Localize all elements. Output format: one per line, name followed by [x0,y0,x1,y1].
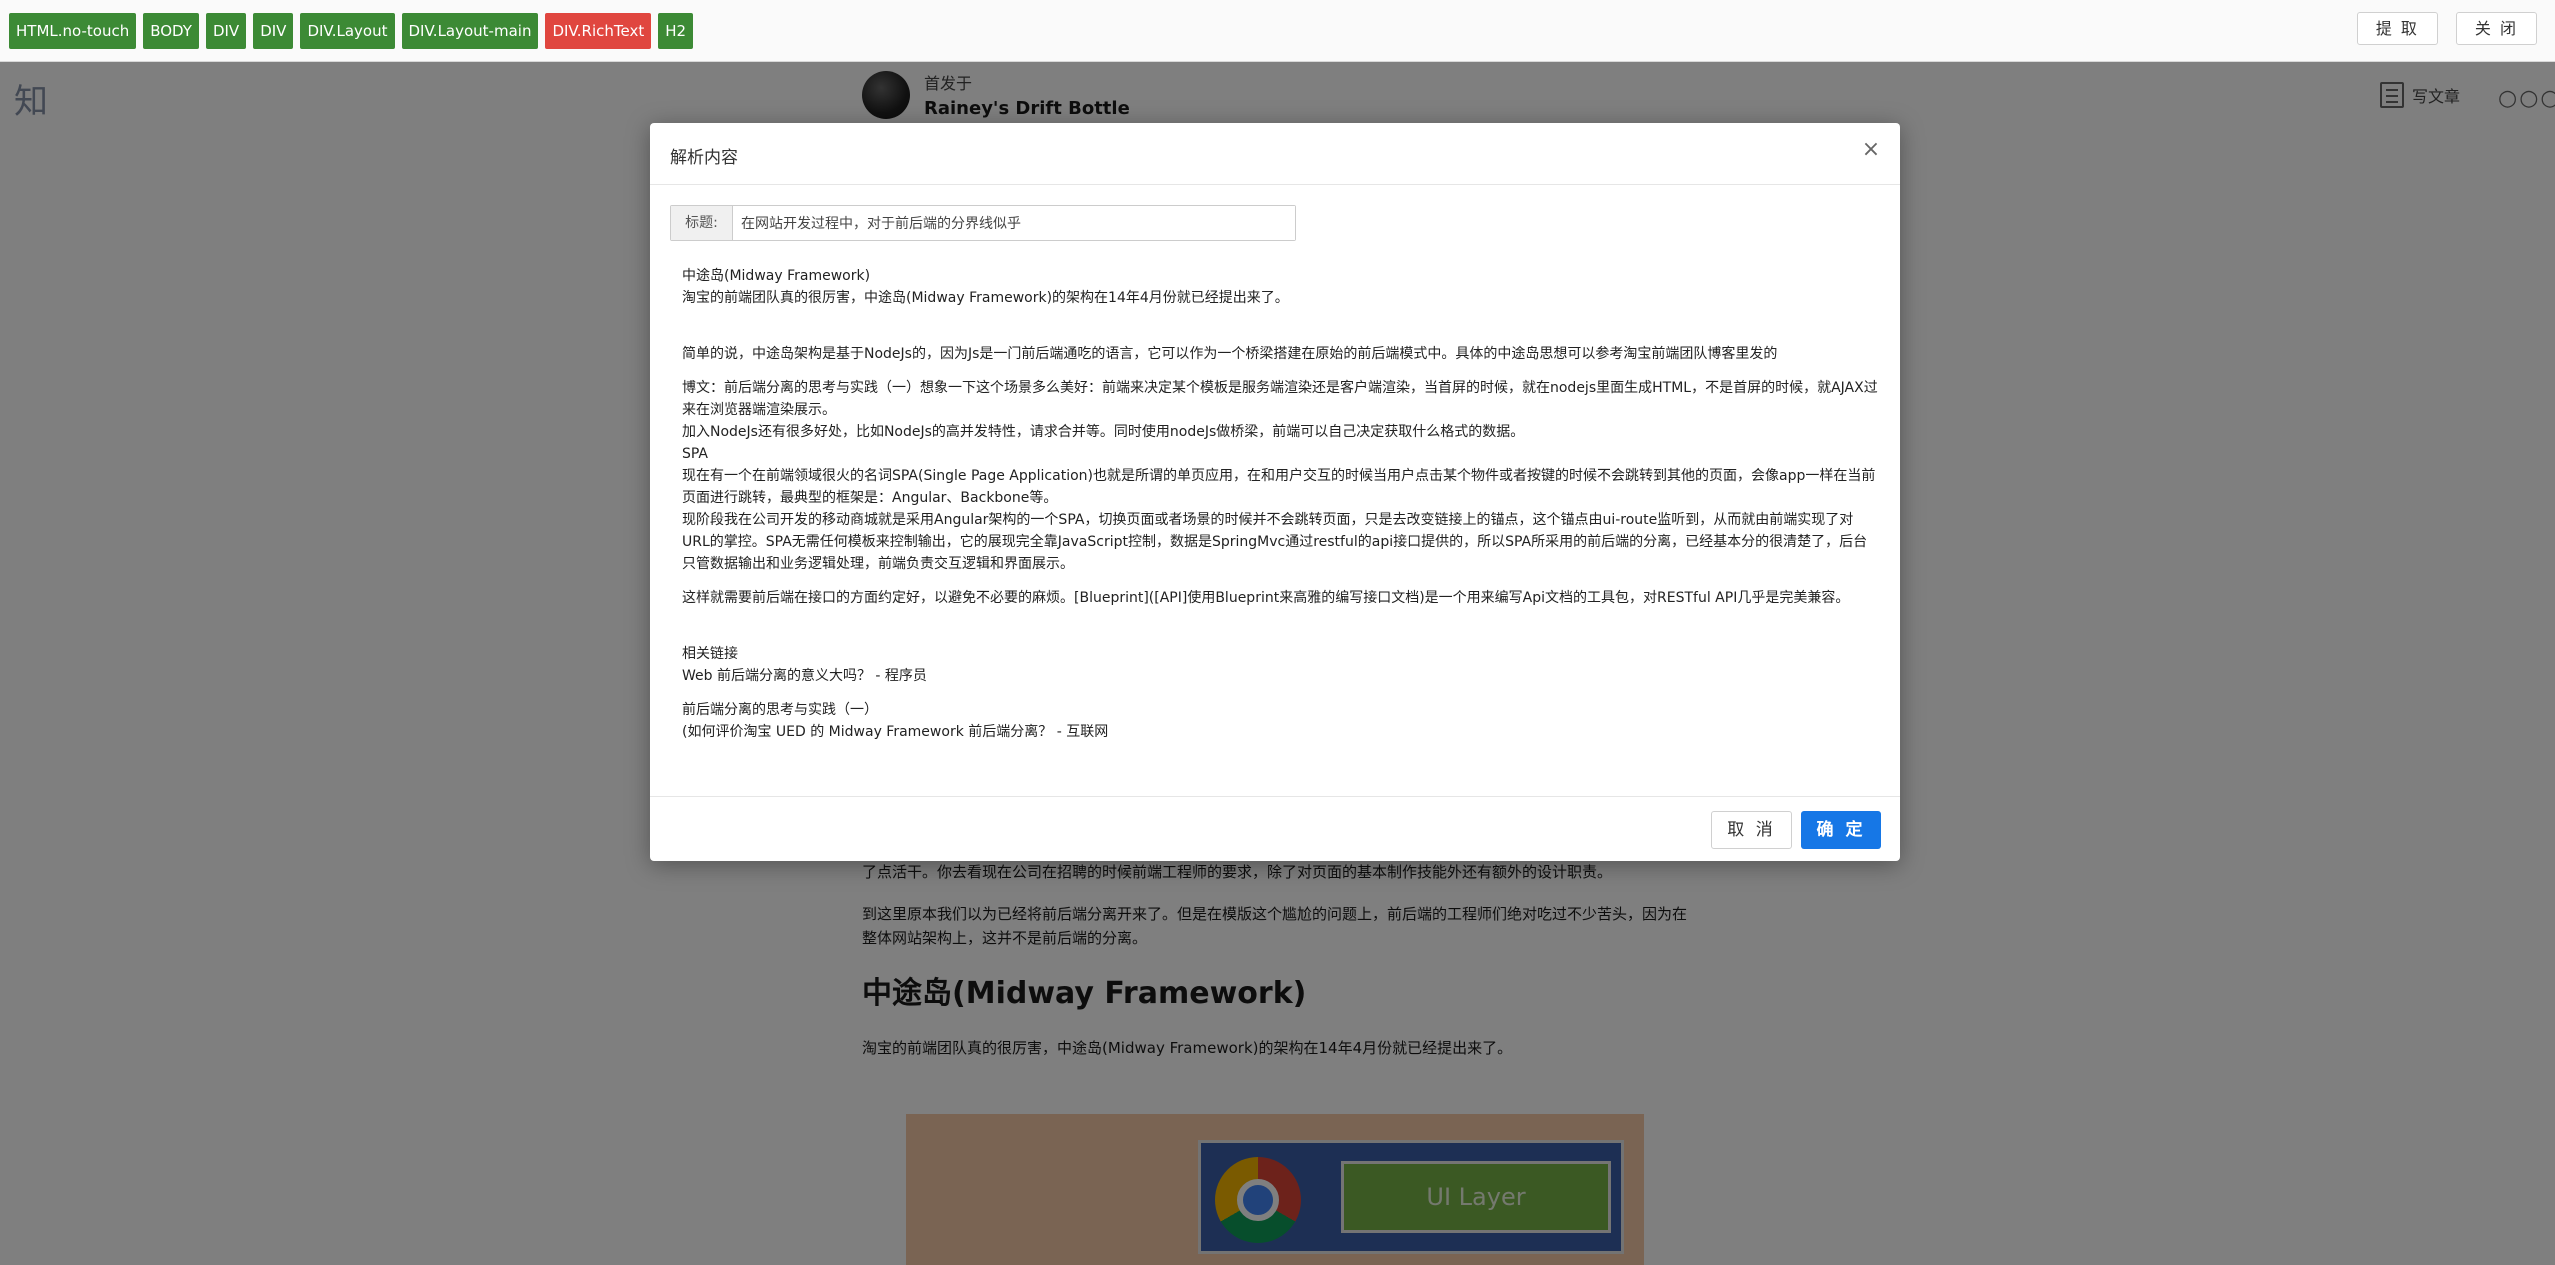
tag-div[interactable]: DIV [253,13,294,49]
content-line: 淘宝的前端团队真的很厉害，中途岛(Midway Framework)的架构在14… [682,290,1289,306]
content-line: Web 前后端分离的意义大吗？ - 程序员 [682,668,927,684]
tag-div-richtext[interactable]: DIV.RichText [545,13,652,49]
content-line: 相关链接 [682,646,738,662]
title-label: 标题: [671,206,733,240]
tag-div[interactable]: DIV [205,13,247,49]
tag-body[interactable]: BODY [143,13,199,49]
element-path-tags: HTML.no-touch BODY DIV DIV DIV.Layout DI… [9,13,694,49]
confirm-button[interactable]: 确 定 [1801,811,1881,849]
parsed-content[interactable]: 中途岛(Midway Framework) 淘宝的前端团队真的很厉害，中途岛(M… [682,265,1878,785]
parse-content-dialog: 解析内容 × 标题: 中途岛(Midway Framework) 淘宝的前端团队… [650,123,1900,861]
content-block: 前后端分离的思考与实践（一） (如何评价淘宝 UED 的 Midway Fram… [682,699,1878,743]
title-field: 标题: [670,205,1296,241]
content-block: 博文：前后端分离的思考与实践（一）想象一下这个场景多么美好：前端来决定某个模板是… [682,377,1878,575]
content-line: 加入NodeJs还有很多好处，比如NodeJs的高并发特性，请求合并等。同时使用… [682,424,1525,440]
tag-h2[interactable]: H2 [658,13,694,49]
tag-div-layout-main[interactable]: DIV.Layout-main [401,13,539,49]
close-icon[interactable]: × [1860,139,1882,161]
content-line: (如何评价淘宝 UED 的 Midway Framework 前后端分离？ - … [682,724,1109,740]
content-line: 中途岛(Midway Framework) [682,268,871,284]
title-input[interactable] [733,206,1295,240]
content-line: 这样就需要前后端在接口的方面约定好，以避免不必要的麻烦。[Blueprint](… [682,590,1850,606]
tag-html[interactable]: HTML.no-touch [9,13,137,49]
cancel-button[interactable]: 取 消 [1711,811,1792,849]
dialog-title: 解析内容 [670,148,738,168]
dialog-header: 解析内容 × [650,123,1900,185]
dialog-footer: 取 消 确 定 [650,796,1900,861]
content-line: 现阶段我在公司开发的移动商城就是采用Angular架构的一个SPA，切换页面或者… [682,512,1868,572]
content-line: 简单的说，中途岛架构是基于NodeJs的，因为Js是一门前后端通吃的语言，它可以… [682,346,1778,362]
content-block: 中途岛(Midway Framework) 淘宝的前端团队真的很厉害，中途岛(M… [682,265,1878,309]
content-block: 相关链接 Web 前后端分离的意义大吗？ - 程序员 [682,643,1878,687]
content-line: SPA [682,446,709,462]
close-toolbar-button[interactable]: 关 闭 [2455,12,2537,45]
extract-button[interactable]: 提 取 [2356,12,2438,45]
tag-div-layout[interactable]: DIV.Layout [300,13,395,49]
content-line: 博文：前后端分离的思考与实践（一）想象一下这个场景多么美好：前端来决定某个模板是… [682,380,1878,418]
toolbar-actions: 提 取 关 闭 [2356,12,2537,45]
element-path-toolbar: HTML.no-touch BODY DIV DIV DIV.Layout DI… [0,0,2555,62]
content-line: 前后端分离的思考与实践（一） [682,702,878,718]
content-line: 现在有一个在前端领域很火的名词SPA(Single Page Applicati… [682,468,1876,506]
